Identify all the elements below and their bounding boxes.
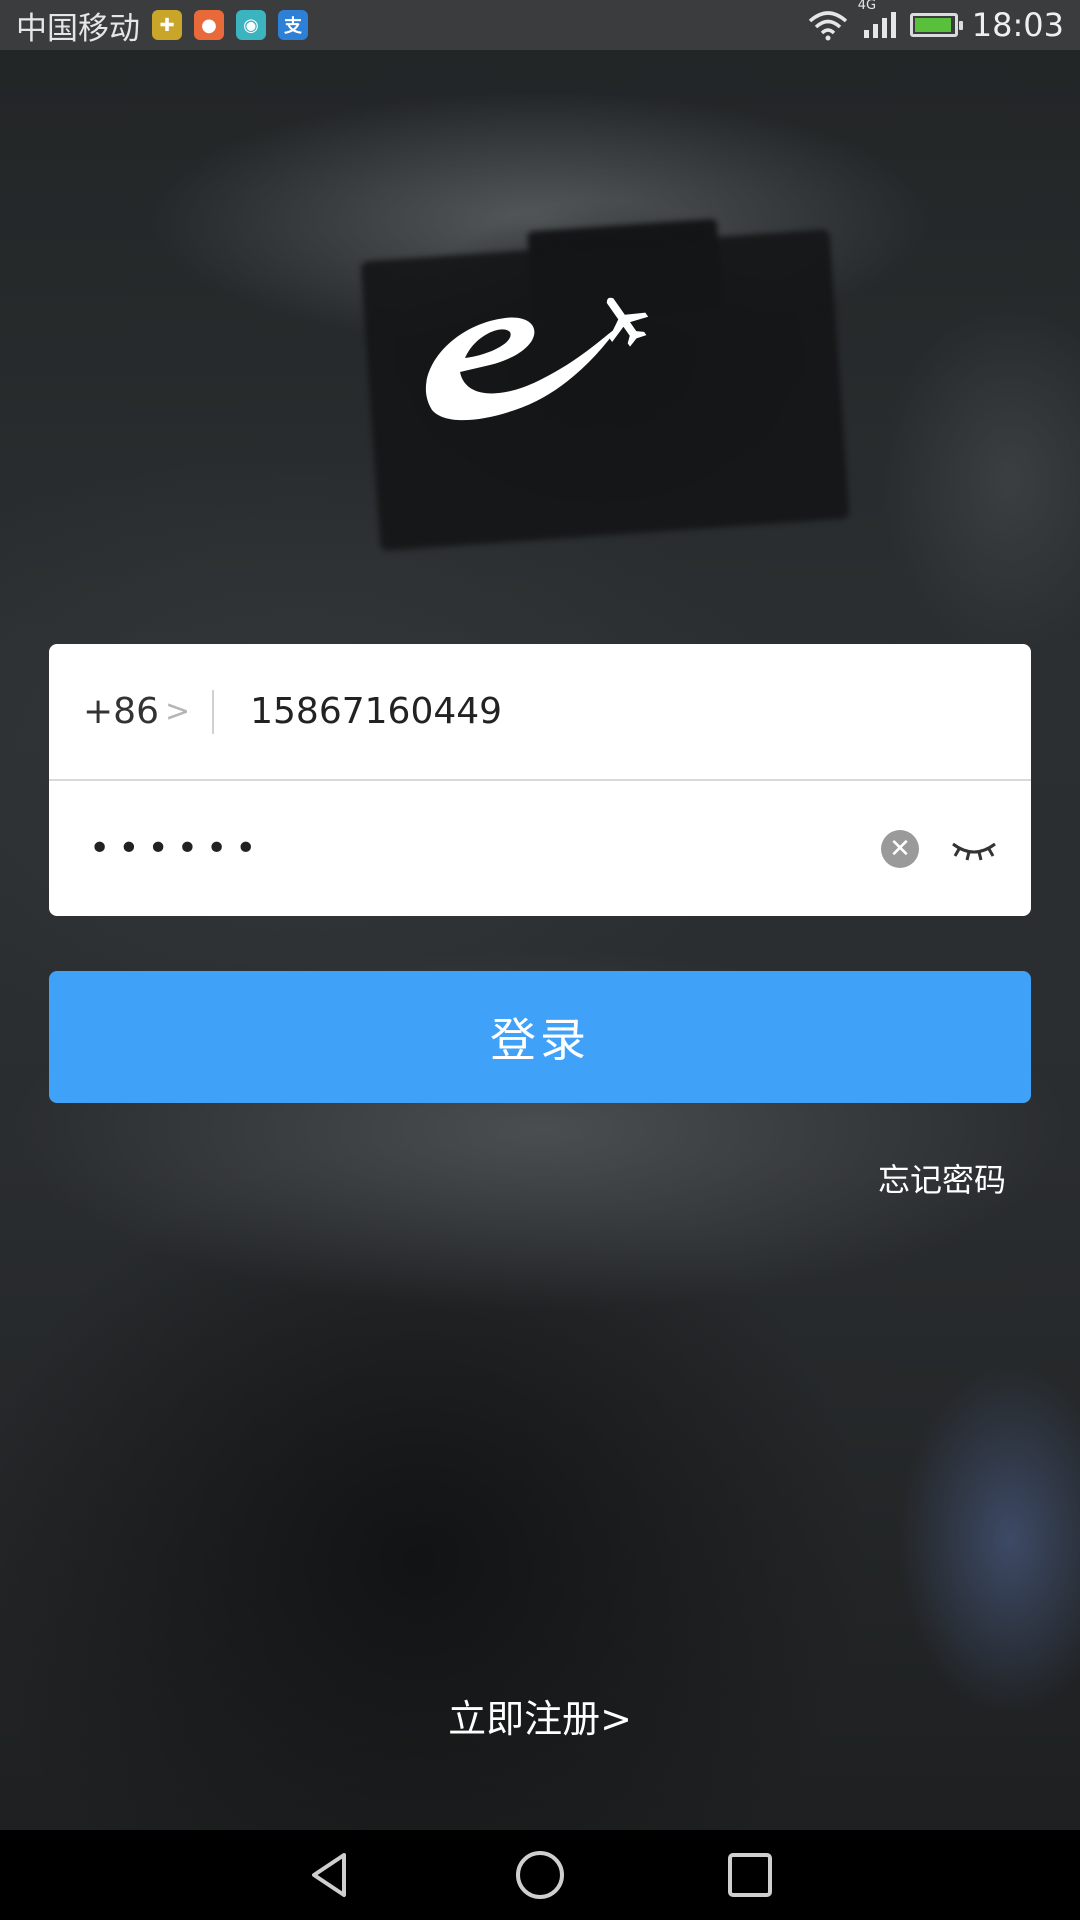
password-row: •••••• ✕ xyxy=(49,781,1031,916)
recents-icon[interactable] xyxy=(720,1845,780,1905)
android-icon: ◉ xyxy=(236,10,266,40)
divider xyxy=(212,689,215,734)
forgot-password-link[interactable]: 忘记密码 xyxy=(878,1155,1006,1201)
battery-icon xyxy=(909,13,963,37)
network-type: 4G xyxy=(857,0,877,13)
register-label: 立即注册 xyxy=(448,1697,601,1741)
wifi-icon xyxy=(808,11,847,41)
phone-row: +86 > xyxy=(49,644,1031,781)
app-icon-2: ● xyxy=(194,10,224,40)
status-bar: 中国移动 ✚ ● ◉ 支 4G 18:03 xyxy=(0,0,1080,50)
chevron-right-icon: > xyxy=(600,1697,632,1741)
signal-icon: 4G xyxy=(858,0,896,38)
clear-icon[interactable]: ✕ xyxy=(881,829,919,868)
system-nav-bar xyxy=(0,1830,1080,1920)
password-input[interactable]: •••••• xyxy=(89,828,881,869)
chevron-right-icon: > xyxy=(164,694,191,729)
clock: 18:03 xyxy=(971,6,1064,44)
back-icon[interactable] xyxy=(300,1845,360,1905)
eye-closed-icon[interactable] xyxy=(949,834,999,864)
country-code: +86 xyxy=(83,691,159,732)
country-code-selector[interactable]: +86 > xyxy=(83,691,190,732)
carrier-name: 中国移动 xyxy=(16,10,140,47)
alipay-icon: 支 xyxy=(278,10,308,40)
e-airplane-logo xyxy=(425,297,649,421)
phone-input[interactable] xyxy=(248,690,853,733)
login-card: +86 > •••••• ✕ xyxy=(49,644,1031,916)
login-button[interactable]: 登录 xyxy=(49,971,1031,1103)
register-link[interactable]: 立即注册> xyxy=(0,1688,1080,1743)
home-icon[interactable] xyxy=(510,1845,570,1905)
notification-icons: ✚ ● ◉ 支 xyxy=(152,10,308,40)
app-icon-1: ✚ xyxy=(152,10,182,40)
